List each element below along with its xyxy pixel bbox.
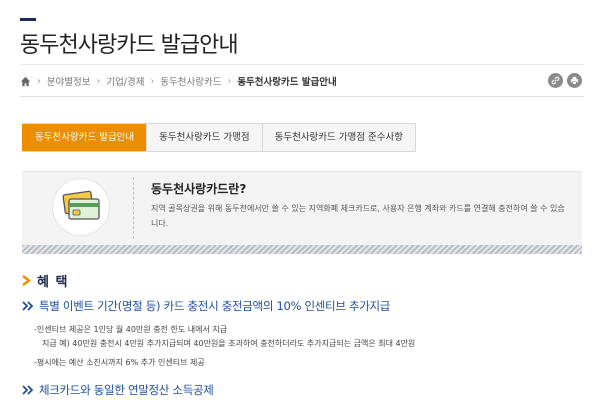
double-chevron-icon (22, 301, 34, 311)
tab-card-merchants[interactable]: 동두천사랑카드 가맹점 (146, 124, 262, 151)
section-heading: 혜 택 (22, 271, 68, 290)
breadcrumb-item[interactable]: 기업/경제 (106, 74, 144, 88)
tab-merchant-rules[interactable]: 동두천사랑카드 가맹점 준수사항 (261, 124, 415, 151)
double-chevron-icon (22, 385, 34, 395)
print-icon[interactable] (567, 73, 582, 88)
divider (20, 64, 584, 65)
bullet-text: 평시에는 예산 소진시까지 6% 추가 인센티브 제공 (36, 358, 205, 367)
benefit-title: 특별 이벤트 기간(명절 등) 카드 충전시 충전금액의 10% 인센티브 추가… (39, 299, 391, 313)
benefit-heading: 특별 이벤트 기간(명절 등) 카드 충전시 충전금액의 10% 인센티브 추가… (22, 298, 390, 314)
card-icon-container (52, 178, 110, 236)
chevron-right-icon: › (37, 75, 41, 87)
section-title: 혜 택 (37, 275, 69, 290)
breadcrumb-item[interactable]: 동두천사랑카드 (160, 74, 221, 88)
section-arrow-icon (22, 275, 31, 286)
link-icon[interactable] (548, 73, 563, 88)
benefit-title: 체크카드와 동일한 연말정산 소득공제 (39, 383, 214, 397)
divider (133, 177, 134, 239)
list-item: -인센티브 제공은 1인당 월 40만원 충전 한도 내에서 지급 (34, 325, 228, 334)
breadcrumb: › 분야별정보 › 기업/경제 › 동두천사랑카드 › 동두천사랑카드 발급안내 (20, 74, 337, 88)
tab-card-issuance[interactable]: 동두천사랑카드 발급안내 (22, 124, 147, 151)
divider (20, 96, 584, 97)
list-item: 지급 예) 40만원 충전시 4만원 추가지급되며 40만원을 초과하여 충전하… (34, 337, 415, 351)
benefit-heading: 체크카드와 동일한 연말정산 소득공제 (22, 382, 214, 398)
chevron-right-icon: › (150, 75, 155, 87)
tab-bar: 동두천사랑카드 발급안내 동두천사랑카드 가맹점 동두천사랑카드 가맹점 준수사… (22, 123, 416, 152)
page-actions (548, 73, 582, 88)
page-title: 동두천사랑카드 발급안내 (20, 33, 239, 58)
bullet-text: 인센티브 제공은 1인당 월 40만원 충전 한도 내에서 지급 (36, 325, 228, 334)
benefit-bullets: -인센티브 제공은 1인당 월 40만원 충전 한도 내에서 지급 지급 예) … (34, 323, 415, 370)
breadcrumb-item[interactable]: 분야별정보 (47, 74, 91, 88)
home-icon[interactable] (20, 76, 31, 87)
info-box-stripe (22, 245, 582, 254)
credit-card-icon (62, 190, 100, 220)
bullet-text: 지급 예) 40만원 충전시 4만원 추가지급되며 40만원을 초과하여 충전하… (42, 339, 416, 348)
list-item: -평시에는 예산 소진시까지 6% 추가 인센티브 제공 (34, 358, 205, 367)
chevron-right-icon: › (96, 75, 101, 87)
info-description: 지역 골목상권을 위해 동두천에서만 쓸 수 있는 지역화폐 체크카드로, 사용… (151, 204, 565, 228)
title-accent-bar (20, 18, 36, 21)
breadcrumb-current: 동두천사랑카드 발급안내 (237, 77, 337, 88)
info-heading: 동두천사랑카드란? (151, 182, 247, 196)
chevron-right-icon: › (227, 75, 232, 87)
